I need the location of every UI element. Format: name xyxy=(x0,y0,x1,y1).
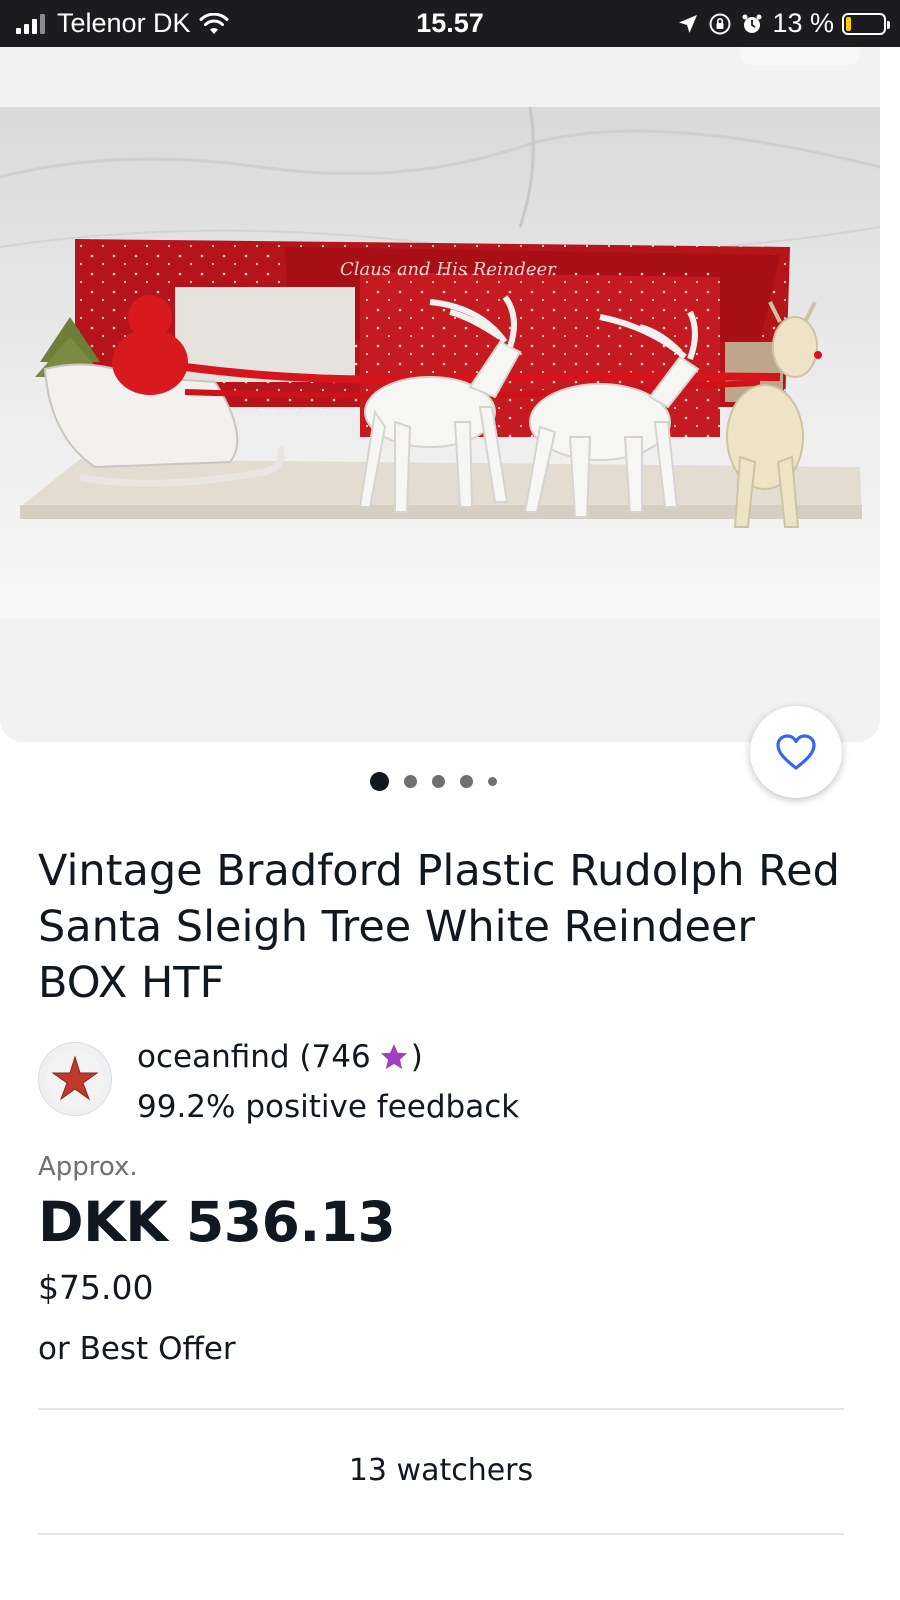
best-offer-label: or Best Offer xyxy=(38,1331,236,1367)
page-dot-3[interactable] xyxy=(432,775,445,788)
seller-avatar[interactable] xyxy=(38,1042,112,1116)
converted-price: DKK 536.13 xyxy=(38,1190,396,1254)
listing-title: Vintage Bradford Plastic Rudolph Red San… xyxy=(38,846,840,1008)
watchers-count: 13 watchers xyxy=(348,1453,534,1488)
star-icon xyxy=(380,1044,407,1069)
page-dot-5[interactable] xyxy=(488,777,497,786)
location-arrow-icon xyxy=(679,14,698,33)
seller-feedback: 99.2% positive feedback xyxy=(137,1089,520,1125)
watch-button[interactable] xyxy=(750,706,842,798)
battery-percent: 13 % xyxy=(772,8,834,38)
gallery-header-tab xyxy=(740,47,860,65)
image-pagination-dots[interactable] xyxy=(370,772,497,791)
divider xyxy=(38,1533,844,1535)
original-price: $75.00 xyxy=(38,1268,154,1307)
starfish-icon xyxy=(46,1050,104,1108)
svg-text:Claus and His Reindeer: Claus and His Reindeer xyxy=(340,259,557,280)
seller-name-score[interactable]: oceanfind (746 xyxy=(137,1036,371,1078)
page-dot-2[interactable] xyxy=(404,775,417,788)
alarm-icon xyxy=(742,14,762,33)
status-bar: Telenor DK 15.57 13 % xyxy=(0,0,900,47)
approx-label: Approx. xyxy=(38,1152,138,1182)
battery-icon xyxy=(842,12,890,35)
image-gallery[interactable]: Claus and His Reindeer xyxy=(0,47,880,742)
heart-icon xyxy=(776,734,816,770)
seller-info[interactable]: oceanfind (746 ) xyxy=(137,1036,423,1078)
page-dot-1[interactable] xyxy=(370,772,389,791)
product-photo[interactable]: Claus and His Reindeer xyxy=(0,107,880,619)
divider xyxy=(38,1408,844,1410)
rotation-lock-icon xyxy=(709,13,731,34)
seller-close-paren: ) xyxy=(410,1039,423,1075)
page-dot-4[interactable] xyxy=(460,775,473,788)
